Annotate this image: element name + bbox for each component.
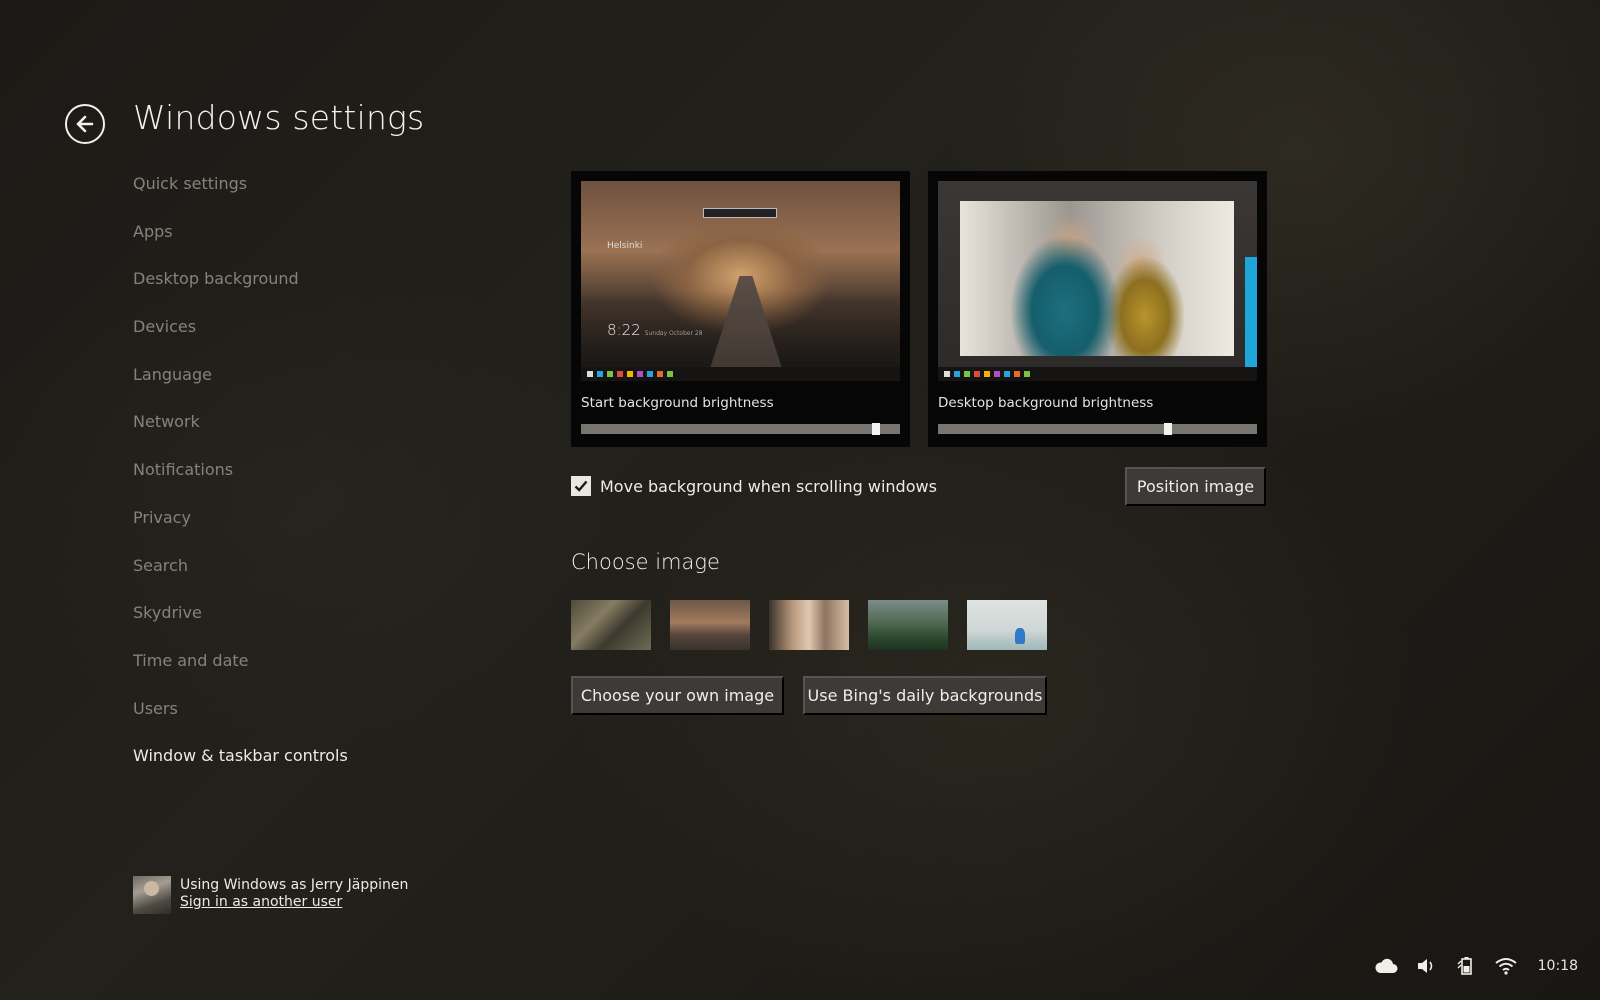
clock[interactable]: 10:18 [1538,958,1578,974]
move-background-label: Move background when scrolling windows [600,476,937,496]
move-background-checkbox[interactable] [571,476,591,496]
sidebar-item-devices[interactable]: Devices [133,315,348,363]
start-brightness-thumb[interactable] [872,423,881,435]
user-block: Using Windows as Jerry Jäppinen Sign in … [133,876,408,914]
checkmark-icon [574,480,588,492]
sidebar-item-search[interactable]: Search [133,554,348,602]
thumbnail-green-mountain[interactable] [868,600,948,650]
preview-date: Sunday October 28 [644,330,703,337]
sidebar-item-skydrive[interactable]: Skydrive [133,601,348,649]
back-button[interactable] [65,104,105,144]
move-background-option[interactable]: Move background when scrolling windows [571,476,937,496]
preview-side-panel [1245,257,1257,367]
choose-own-image-button[interactable]: Choose your own image [571,676,784,715]
choose-image-heading: Choose image [571,550,720,574]
speaker-icon[interactable] [1414,955,1438,977]
sidebar-item-privacy[interactable]: Privacy [133,506,348,554]
position-image-button[interactable]: Position image [1125,467,1266,506]
wifi-icon[interactable] [1494,955,1518,977]
sidebar-item-time-and-date[interactable]: Time and date [133,649,348,697]
back-arrow-icon [76,115,94,133]
start-brightness-label: Start background brightness [581,395,774,411]
preview-time: 8:22 [607,321,641,339]
desktop-preview-card: Desktop background brightness [928,171,1267,447]
sidebar-item-users[interactable]: Users [133,697,348,745]
sidebar-item-network[interactable]: Network [133,410,348,458]
sidebar-item-apps[interactable]: Apps [133,220,348,268]
bing-daily-backgrounds-button[interactable]: Use Bing's daily backgrounds [803,676,1047,715]
thumbnail-people-kitchen[interactable] [769,600,849,650]
sidebar-item-language[interactable]: Language [133,363,348,411]
sidebar-item-window-taskbar-controls[interactable]: Window & taskbar controls [133,744,348,792]
preview-search-box [703,208,777,218]
sidebar-item-notifications[interactable]: Notifications [133,458,348,506]
thumbnail-pale-sea-bird[interactable] [967,600,1047,650]
current-user-text: Using Windows as Jerry Jäppinen [180,877,409,893]
desktop-brightness-thumb[interactable] [1163,423,1172,435]
desktop-brightness-label: Desktop background brightness [938,395,1154,411]
sidebar-item-desktop-background[interactable]: Desktop background [133,267,348,315]
preview-city: Helsinki [607,241,643,251]
battery-icon[interactable] [1454,955,1478,977]
desktop-preview-image [938,181,1257,381]
start-brightness-slider[interactable] [581,423,900,435]
start-preview-card: Helsinki 8:22 Sunday October 28 Start bac… [571,171,910,447]
image-thumbnails [571,600,1047,650]
sidebar-item-quick-settings[interactable]: Quick settings [133,172,348,220]
sign-in-another-user-link[interactable]: Sign in as another user [180,894,408,911]
thumbnail-evening-street[interactable] [670,600,750,650]
preview-taskbar [938,367,1257,381]
preview-taskbar [581,367,900,381]
sidebar-nav: Quick settings Apps Desktop background D… [133,172,348,792]
thumbnail-forest-branches[interactable] [571,600,651,650]
preview-window-screenshot [960,201,1234,356]
start-preview-image: Helsinki 8:22 Sunday October 28 [581,181,900,381]
desktop-brightness-slider[interactable] [938,423,1257,435]
system-tray: 10:18 [1374,952,1600,980]
page-title: Windows settings [133,98,425,137]
cloud-icon[interactable] [1374,955,1398,977]
avatar [133,876,171,914]
